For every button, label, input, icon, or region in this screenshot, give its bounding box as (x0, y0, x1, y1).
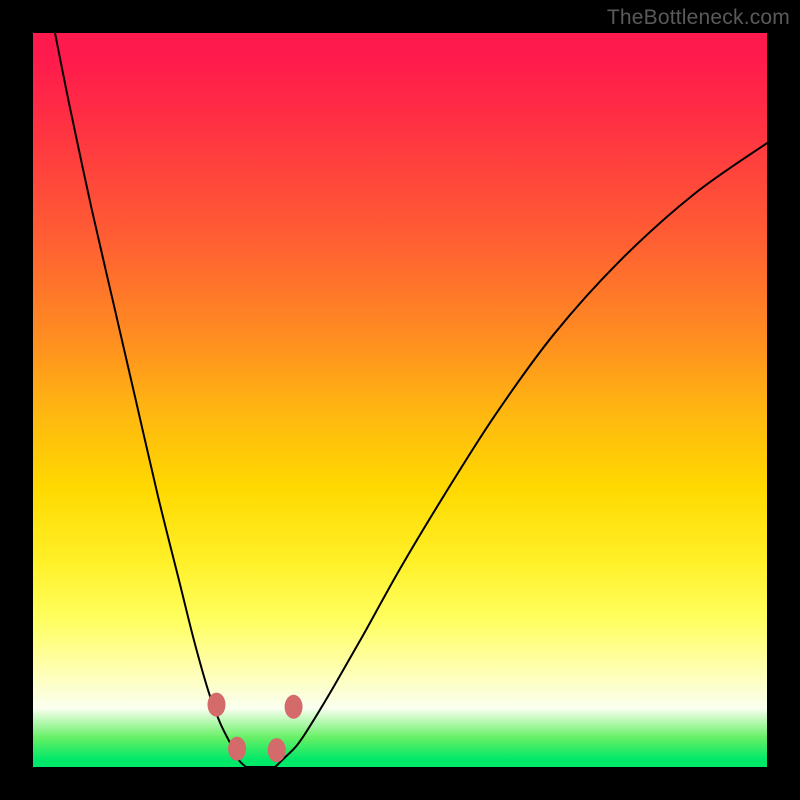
marker-1 (228, 737, 246, 761)
series-group (55, 33, 767, 767)
plot-area (33, 33, 767, 767)
chart-svg (33, 33, 767, 767)
marker-0 (208, 693, 226, 717)
marker-3 (285, 695, 303, 719)
series-right-curve (275, 143, 767, 767)
watermark-text: TheBottleneck.com (607, 6, 790, 30)
chart-frame: TheBottleneck.com (0, 0, 800, 800)
series-left-curve (55, 33, 246, 767)
marker-2 (268, 738, 286, 762)
